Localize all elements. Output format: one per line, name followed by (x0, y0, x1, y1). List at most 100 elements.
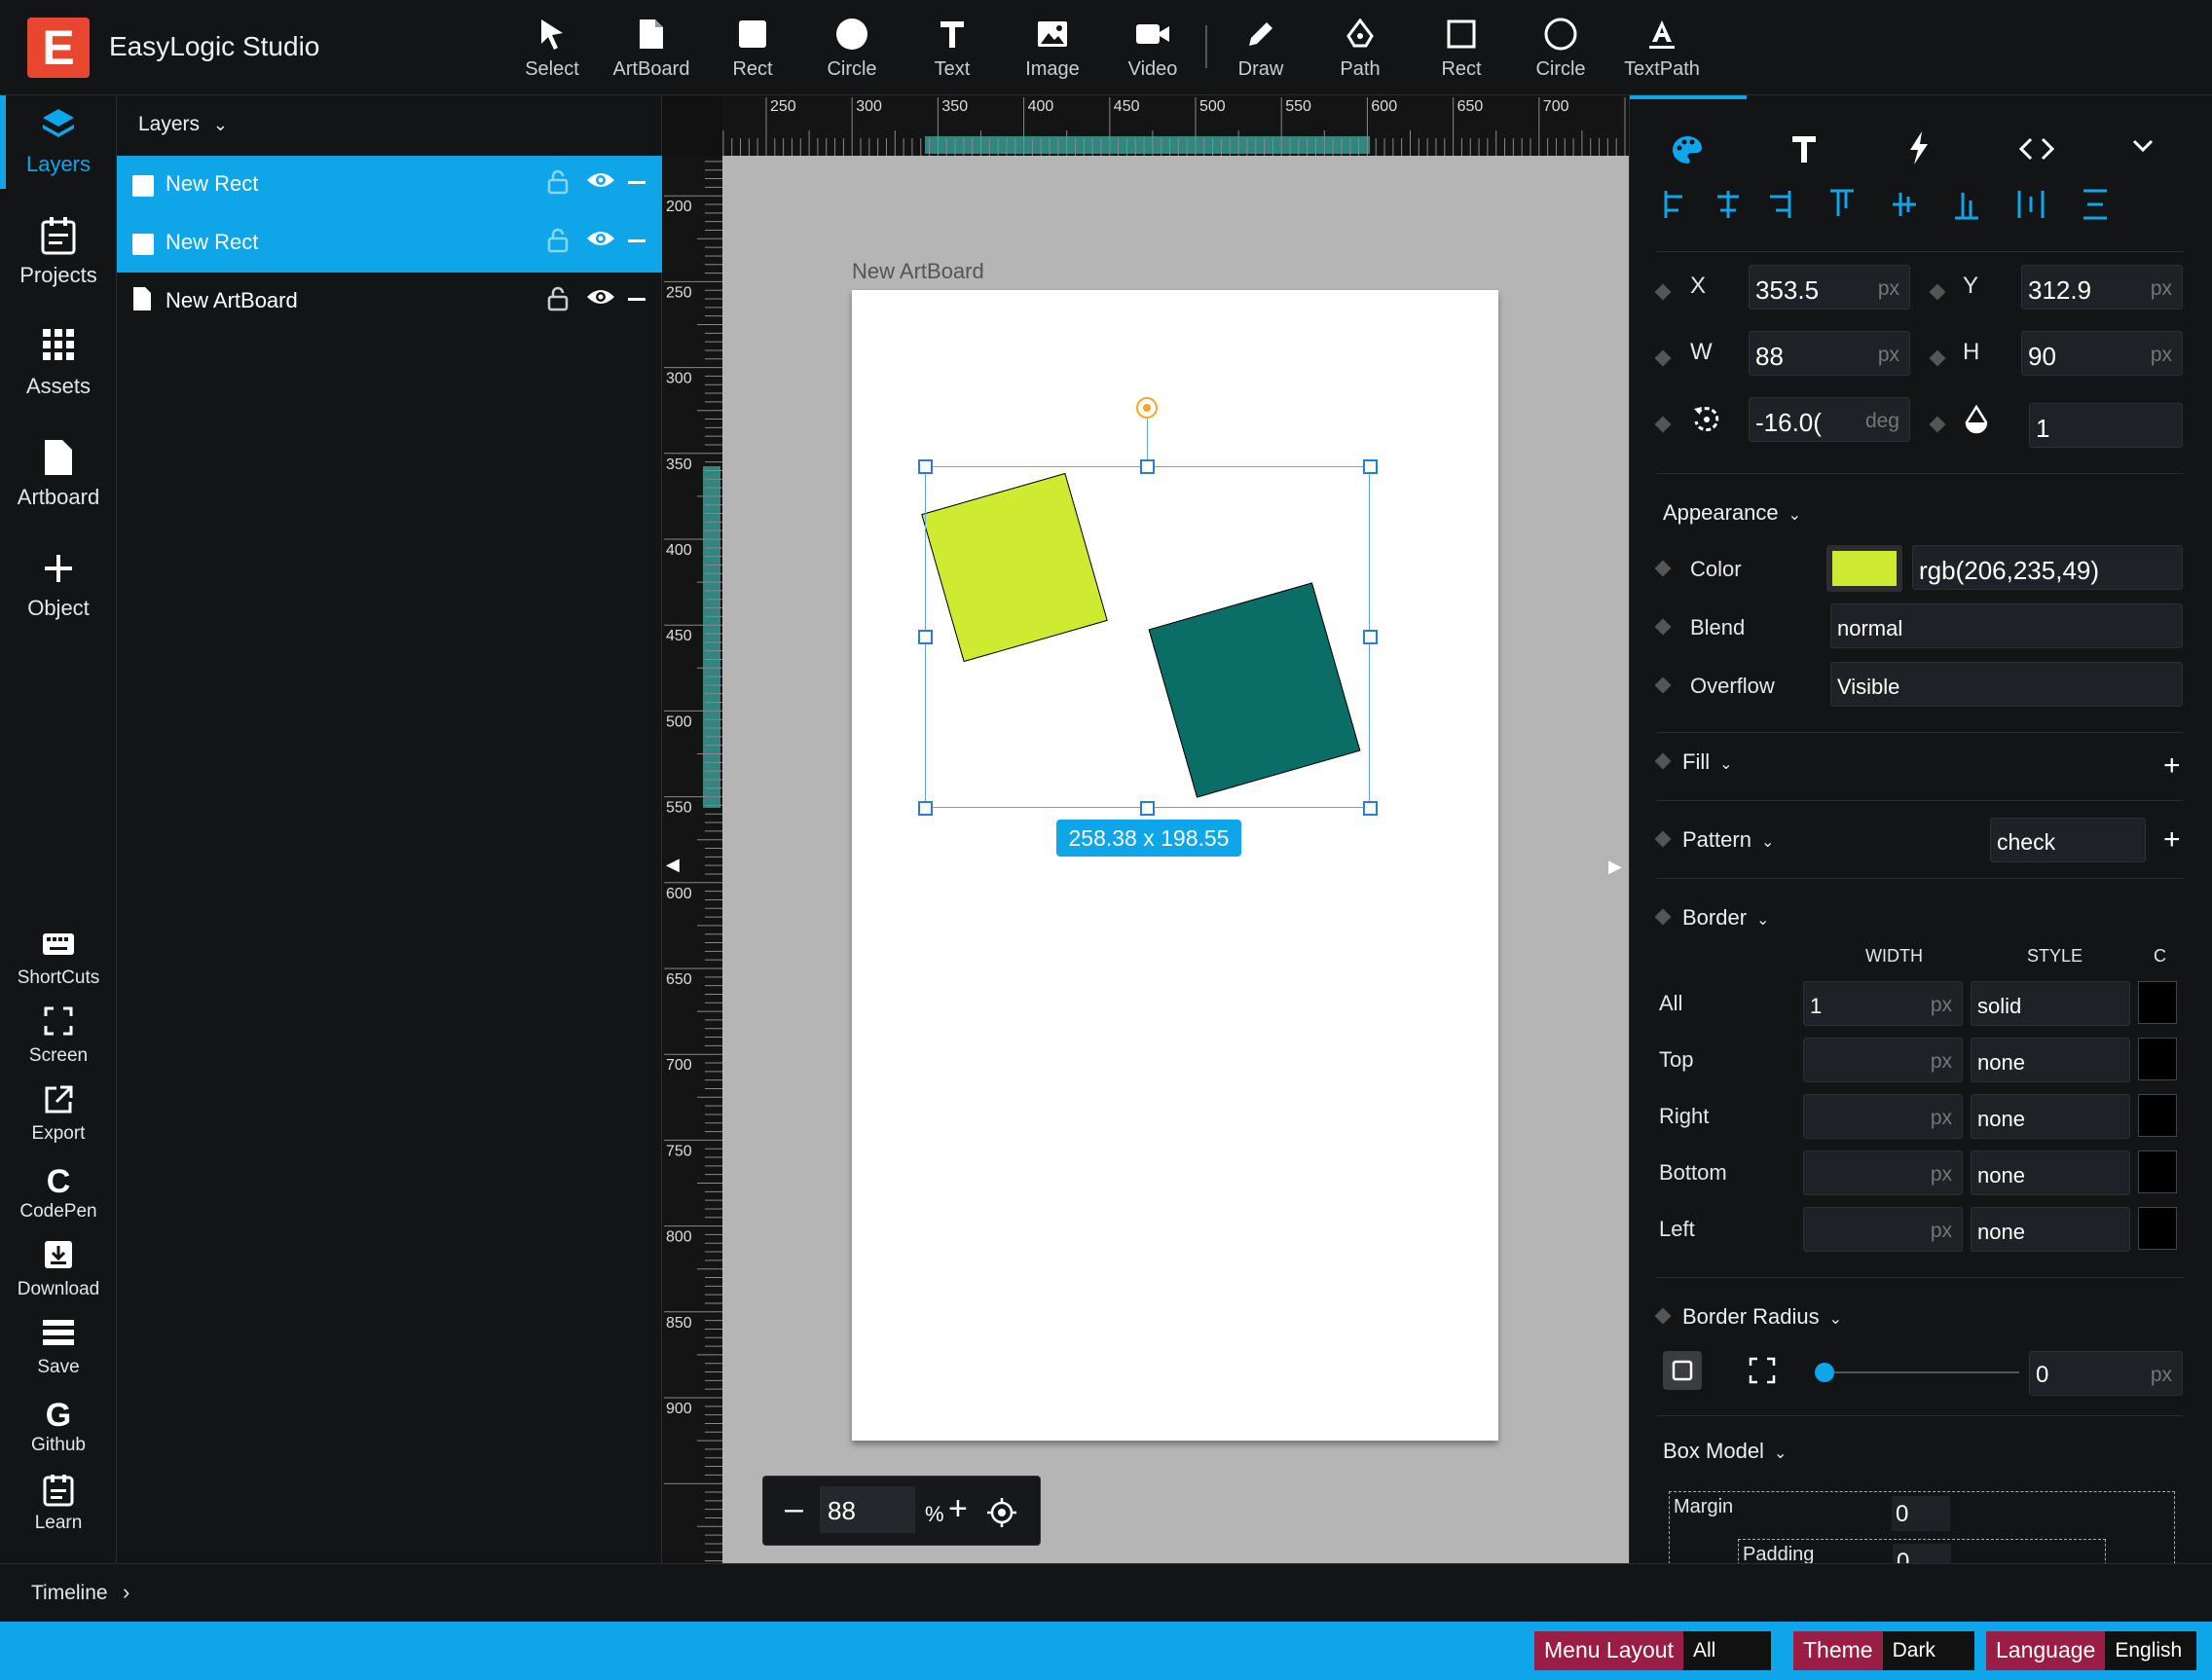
minus-icon[interactable] (627, 288, 646, 315)
appearance-header[interactable]: Appearance ⌄ (1663, 500, 1801, 526)
resize-handle-w[interactable] (918, 630, 933, 644)
resize-handle-nw[interactable] (918, 459, 933, 474)
add-pattern-button[interactable]: + (2163, 823, 2181, 857)
nav-projects[interactable]: Projects (0, 216, 117, 288)
nav-save[interactable]: Save (0, 1318, 117, 1378)
language-selector[interactable]: Language English (1986, 1631, 2197, 1670)
border-style-select[interactable]: none (1971, 1094, 2130, 1139)
resize-handle-ne[interactable] (1363, 459, 1378, 474)
nav-download[interactable]: Download (0, 1240, 117, 1300)
layer-row[interactable]: New ArtBoard (117, 273, 662, 331)
border-color-swatch[interactable] (2138, 981, 2177, 1024)
nav-learn[interactable]: Learn (0, 1474, 117, 1534)
radius-all-button[interactable] (1663, 1351, 1702, 1390)
selection-box[interactable] (925, 466, 1370, 808)
border-style-select[interactable]: none (1971, 1038, 2130, 1082)
keyframe-diamond-icon[interactable] (1654, 560, 1672, 577)
ruler-top[interactable]: 250 300 350 400 450 500 550 600 650 700 (722, 95, 1629, 156)
tool-image[interactable]: Image (1009, 14, 1096, 81)
code-icon[interactable] (2018, 136, 2055, 166)
rotate-input[interactable]: -16.0(deg (1749, 397, 1910, 442)
border-color-swatch[interactable] (2138, 1038, 2177, 1080)
timeline-bar[interactable]: Timeline › (0, 1563, 2212, 1622)
tool-video[interactable]: Video (1109, 14, 1197, 81)
menu-layout-selector[interactable]: Menu Layout All (1534, 1631, 1771, 1670)
eye-icon[interactable] (586, 286, 615, 314)
keyframe-diamond-icon[interactable] (1929, 349, 1946, 367)
zoom-in-button[interactable]: + (948, 1490, 968, 1528)
palette-icon[interactable] (1671, 134, 1704, 170)
nav-layers[interactable]: Layers (0, 105, 117, 177)
keyframe-diamond-icon[interactable] (1654, 752, 1672, 770)
lightning-icon[interactable] (1908, 130, 1930, 170)
keyframe-diamond-icon[interactable] (1654, 908, 1672, 926)
border-color-swatch[interactable] (2138, 1094, 2177, 1137)
tool-circle[interactable]: Circle (808, 14, 896, 81)
radius-input[interactable]: 0 px (2029, 1351, 2183, 1396)
keyframe-diamond-icon[interactable] (1654, 830, 1672, 848)
tool-rect[interactable]: Rect (709, 14, 796, 81)
tool-draw[interactable]: Draw (1217, 14, 1305, 81)
pattern-header[interactable]: Pattern ⌄ (1682, 827, 1774, 853)
w-input[interactable]: 88 px (1749, 331, 1910, 376)
border-width-input[interactable]: px (1803, 1150, 1963, 1195)
keyframe-diamond-icon[interactable] (1929, 283, 1946, 301)
keyframe-diamond-icon[interactable] (1654, 676, 1672, 694)
tool-text[interactable]: Text (908, 14, 996, 81)
overflow-select[interactable]: Visible (1830, 662, 2183, 707)
radius-slider-thumb[interactable] (1815, 1363, 1834, 1382)
radius-individual-icon[interactable] (1749, 1357, 1776, 1389)
radius-slider-track[interactable] (1825, 1371, 2019, 1373)
border-width-input[interactable]: px (1803, 1094, 1963, 1139)
nav-assets[interactable]: Assets (0, 327, 117, 399)
chevron-down-icon[interactable] (2132, 138, 2154, 159)
keyframe-diamond-icon[interactable] (1654, 1307, 1672, 1325)
lock-icon[interactable] (547, 169, 569, 201)
resize-handle-e[interactable] (1363, 630, 1378, 644)
minus-icon[interactable] (627, 171, 646, 199)
layer-checkbox[interactable] (132, 234, 154, 255)
rotate-handle[interactable] (1136, 397, 1158, 419)
layer-row[interactable]: New Rect (117, 214, 662, 273)
zoom-input[interactable]: 88 (820, 1486, 915, 1533)
text-tab-icon[interactable] (1791, 134, 1817, 168)
keyframe-diamond-icon[interactable] (1929, 416, 1946, 433)
crosshair-icon[interactable] (987, 1498, 1016, 1532)
add-fill-button[interactable]: + (2163, 749, 2181, 783)
nav-export[interactable]: Export (0, 1084, 117, 1145)
layers-header[interactable]: Layers ⌄ (138, 113, 228, 136)
box-model-header[interactable]: Box Model ⌄ (1663, 1439, 1787, 1464)
resize-handle-sw[interactable] (918, 801, 933, 816)
nav-shortcuts[interactable]: ShortCuts (0, 929, 117, 989)
keyframe-diamond-icon[interactable] (1654, 416, 1672, 433)
border-style-select[interactable]: none (1971, 1150, 2130, 1195)
border-radius-header[interactable]: Border Radius ⌄ (1682, 1304, 1842, 1330)
nav-codepen[interactable]: C CodePen (0, 1162, 117, 1223)
keyframe-diamond-icon[interactable] (1654, 349, 1672, 367)
minus-icon[interactable] (627, 230, 646, 257)
zoom-out-button[interactable]: – (785, 1490, 803, 1528)
resize-handle-s[interactable] (1140, 801, 1155, 816)
artboard-title[interactable]: New ArtBoard (852, 259, 984, 284)
resize-handle-se[interactable] (1363, 801, 1378, 816)
nav-github[interactable]: G Github (0, 1396, 117, 1456)
border-style-select[interactable]: none (1971, 1207, 2130, 1252)
keyframe-diamond-icon[interactable] (1654, 283, 1672, 301)
y-input[interactable]: 312.9 px (2021, 265, 2183, 310)
eye-icon[interactable] (586, 228, 615, 256)
tool-select[interactable]: Select (508, 14, 596, 81)
nav-artboard[interactable]: Artboard (0, 438, 117, 510)
tool-circle-outline[interactable]: Circle (1517, 14, 1604, 81)
tool-path[interactable]: Path (1316, 14, 1404, 81)
color-value-input[interactable]: rgb(206,235,49) (1912, 545, 2183, 590)
eye-icon[interactable] (586, 169, 615, 198)
x-input[interactable]: 353.5 px (1749, 265, 1910, 310)
fill-header[interactable]: Fill ⌄ (1682, 749, 1733, 775)
border-header[interactable]: Border ⌄ (1682, 905, 1769, 931)
h-input[interactable]: 90 px (2021, 331, 2183, 376)
border-style-select[interactable]: solid (1971, 981, 2130, 1026)
tool-textpath[interactable]: TextPath (1618, 14, 1706, 81)
keyframe-diamond-icon[interactable] (1654, 618, 1672, 636)
opacity-input[interactable]: 1 (2029, 403, 2183, 448)
pattern-select[interactable]: check (1990, 818, 2146, 862)
